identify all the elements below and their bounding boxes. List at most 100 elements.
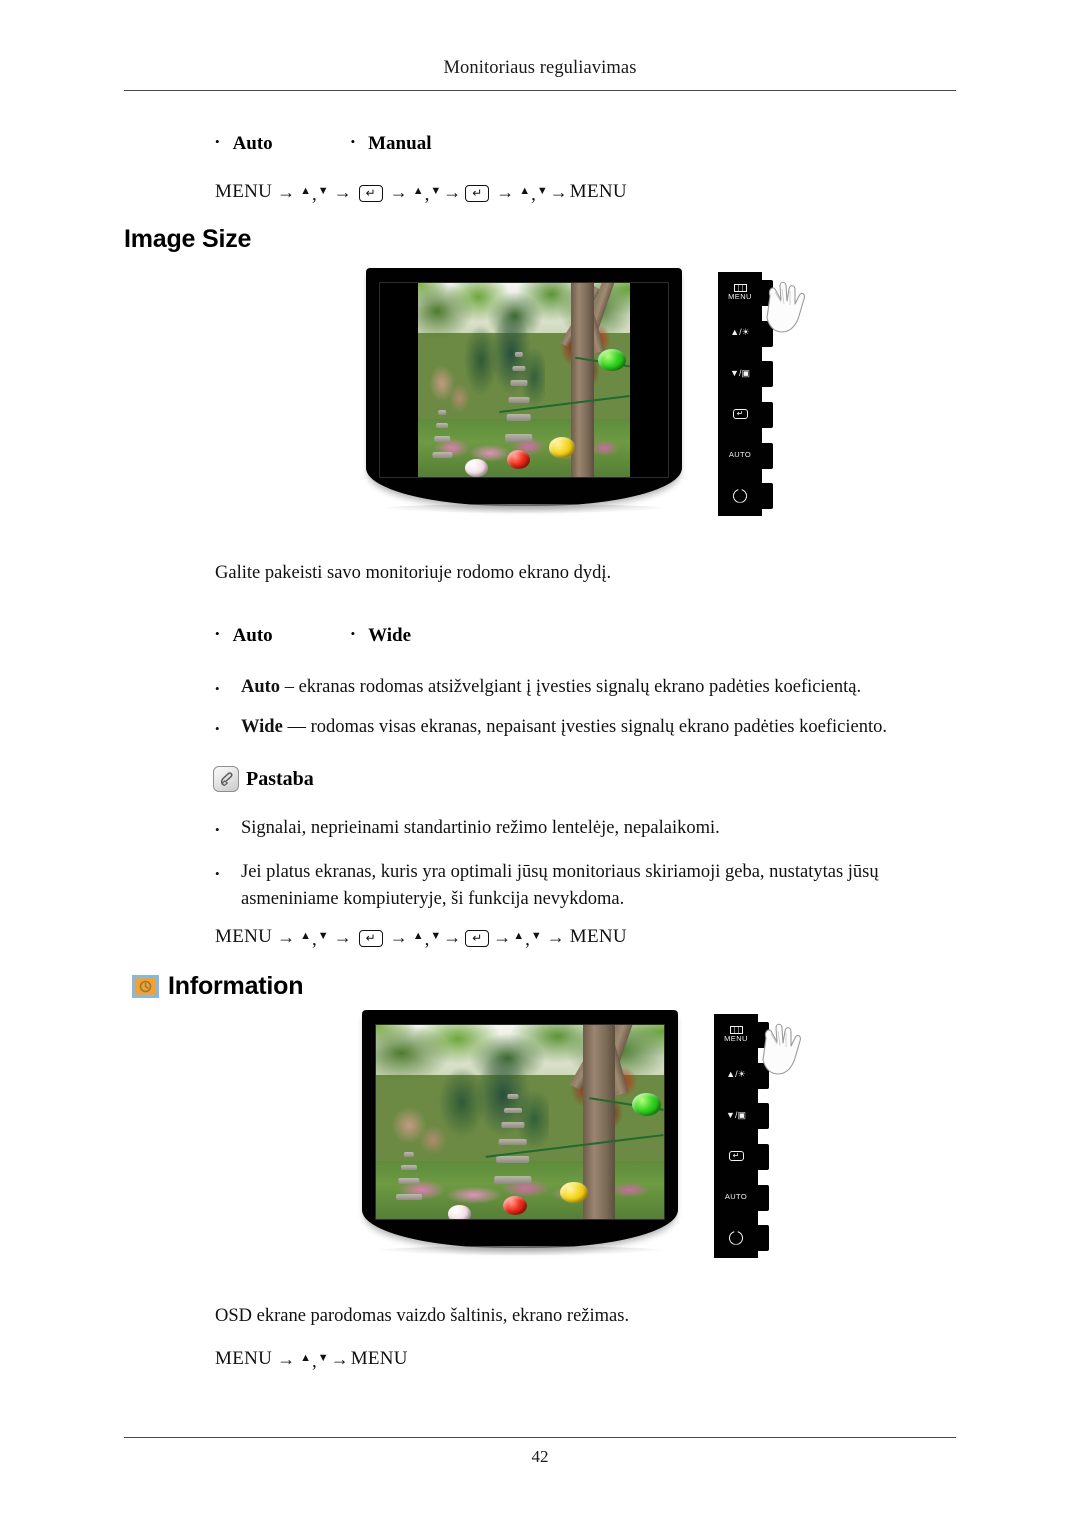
separator-comma: ,: [531, 184, 536, 205]
menu-seq-start: MENU: [215, 926, 273, 947]
detail-wide-text: — rodomas visas ekranas, nepaisant įvest…: [282, 717, 887, 737]
arrow-icon: →: [330, 1348, 349, 1369]
monitor-drop-shadow: [382, 504, 666, 513]
arrow-icon: →: [493, 926, 512, 947]
option-wide-label: Wide: [368, 625, 412, 646]
note-item-1-text: Signalai, neprieinami standartinio režim…: [241, 818, 720, 838]
up-triangle-icon: ▲: [513, 930, 525, 942]
image-size-menu-sequence: MENU → ▲ , ▼ → ↵ → ▲ , ▼ → ↵ → ▲ , ▼ → M…: [215, 926, 627, 950]
detail-wide-term: Wide: [241, 717, 283, 737]
arrow-icon: →: [389, 181, 408, 202]
up-triangle-icon: ▲: [412, 930, 424, 942]
information-clock-icon: [132, 975, 159, 998]
photo-white-lantern: [448, 1205, 472, 1219]
photo-stone-pagoda: [504, 345, 533, 446]
auto-button[interactable]: AUTO: [718, 435, 773, 476]
header-rule: [124, 90, 956, 91]
arrow-icon: →: [496, 181, 515, 202]
photo-green-lantern: [598, 348, 626, 372]
menu-bars-icon: [733, 283, 747, 292]
enter-key-icon: ↵: [732, 409, 748, 420]
bullet-dot: •: [215, 134, 220, 149]
bullet-dot: •: [215, 822, 220, 837]
option-manual-label: Manual: [368, 133, 432, 154]
note-item-2-text: Jei platus ekranas, kuris yra optimali j…: [241, 862, 879, 909]
running-header-title: Monitoriaus reguliavimas: [443, 58, 637, 78]
enter-key-icon: ↵: [728, 1151, 744, 1162]
garden-photo: [376, 1025, 664, 1219]
photo-small-pagoda: [396, 1145, 423, 1203]
arrow-icon: →: [443, 181, 462, 202]
image-size-description: Galite pakeisti savo monitoriuje rodomo …: [215, 563, 612, 583]
option-auto-label: Auto: [232, 625, 273, 646]
photo-tree-trunk: [583, 1025, 616, 1219]
detail-auto: • Auto – ekranas rodomas atsižvelgiant į…: [215, 674, 955, 701]
enter-key-icon: ↵: [465, 929, 490, 947]
note-hand-icon: [213, 766, 239, 792]
separator-comma: ,: [424, 184, 430, 205]
up-triangle-icon: ▲: [300, 1352, 312, 1364]
garden-photo: [418, 283, 630, 477]
down-triangle-icon: ▼: [317, 1352, 329, 1364]
page-number: 42: [531, 1447, 549, 1466]
arrow-icon: →: [277, 1348, 296, 1369]
separator-comma: ,: [424, 929, 430, 950]
document-page: Monitoriaus reguliavimas • Auto • Manual…: [0, 0, 1080, 1527]
up-triangle-icon: ▲: [300, 930, 312, 942]
bullet-dot: •: [215, 866, 220, 881]
down-image-icon: ▼/▣: [730, 367, 750, 378]
enter-key-icon: ↵: [358, 929, 383, 947]
up-brightness-button[interactable]: ▲/☀: [718, 313, 773, 354]
note-label: Pastaba: [246, 767, 314, 790]
auto-button[interactable]: AUTO: [714, 1177, 769, 1218]
auto-text-icon: AUTO: [724, 1192, 748, 1202]
down-triangle-icon: ▼: [430, 930, 442, 942]
down-image-button[interactable]: ▼/▣: [714, 1095, 769, 1136]
up-brightness-icon: ▲/☀: [730, 327, 750, 338]
bullet-dot: •: [215, 721, 220, 736]
menu-seq-end: MENU: [569, 926, 627, 947]
menu-seq-start: MENU: [215, 181, 273, 202]
bullet-dot: •: [350, 134, 356, 149]
information-heading: Information: [132, 972, 303, 1001]
photo-stone-pagoda: [494, 1087, 532, 1188]
menu-button[interactable]: MENU: [714, 1014, 769, 1055]
menu-seq-start: MENU: [215, 1348, 273, 1369]
power-icon: [729, 1230, 743, 1245]
image-size-options-row: • Auto • Wide: [215, 625, 411, 647]
information-description: OSD ekrane parodomas vaizdo šaltinis, ek…: [215, 1306, 630, 1326]
down-image-button[interactable]: ▼/▣: [718, 353, 773, 394]
auto-text-icon: AUTO: [728, 450, 752, 460]
detail-wide: • Wide — rodomas visas ekranas, nepaisan…: [215, 714, 955, 741]
up-triangle-icon: ▲: [519, 185, 531, 197]
arrow-icon: →: [333, 181, 352, 202]
power-button[interactable]: [714, 1217, 769, 1258]
monitor-screen-pillarboxed: [379, 282, 669, 478]
down-triangle-icon: ▼: [317, 185, 329, 197]
enter-key-icon: ↵: [465, 184, 490, 202]
note-item-1: • Signalai, neprieinami standartinio rež…: [215, 815, 955, 842]
separator-comma: ,: [525, 929, 530, 950]
up-brightness-icon: ▲/☀: [726, 1069, 746, 1080]
note-heading: Pastaba: [213, 766, 314, 792]
separator-comma: ,: [312, 1351, 317, 1372]
menu-button[interactable]: MENU: [718, 272, 773, 313]
up-triangle-icon: ▲: [300, 185, 312, 197]
monitor-control-panel: MENU ▲/☀ ▼/▣ ↵ AUTO: [718, 272, 773, 516]
bullet-dot: •: [215, 626, 220, 641]
monitor-control-panel: MENU ▲/☀ ▼/▣ ↵ AUTO: [714, 1014, 769, 1258]
arrow-icon: →: [549, 181, 568, 202]
menu-seq-end: MENU: [569, 181, 627, 202]
power-button[interactable]: [718, 475, 773, 516]
photo-white-lantern: [464, 458, 488, 477]
up-brightness-button[interactable]: ▲/☀: [714, 1055, 769, 1096]
up-triangle-icon: ▲: [412, 185, 424, 197]
enter-button[interactable]: ↵: [714, 1136, 769, 1177]
arrow-icon: →: [546, 926, 565, 947]
enter-button[interactable]: ↵: [718, 394, 773, 435]
arrow-icon: →: [277, 926, 296, 947]
power-icon: [733, 488, 747, 503]
arrow-icon: →: [277, 181, 296, 202]
detail-auto-text: – ekranas rodomas atsižvelgiant į įvesti…: [280, 677, 862, 697]
bullet-dot: •: [350, 626, 356, 641]
